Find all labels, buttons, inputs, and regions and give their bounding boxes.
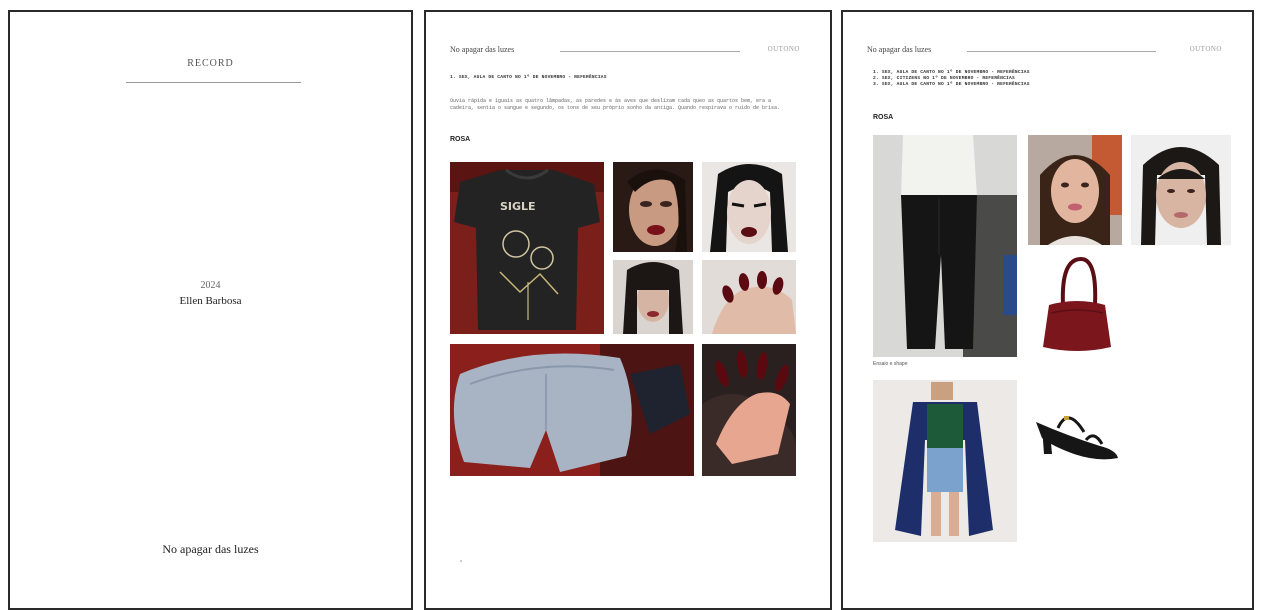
page-header-title: No apagar das luzes xyxy=(867,45,932,54)
reference-item: 1. SEX, AULA DE CANTO NO 1º DE NOVEMBRO … xyxy=(450,75,607,80)
page-3: No apagar das luzes OUTONO 1. SEX, AULA … xyxy=(841,10,1254,610)
cover-credit: 2024 Ellen Barbosa xyxy=(10,280,411,307)
black-trousers-outfit-photo xyxy=(873,135,1017,357)
cover-year: 2024 xyxy=(200,280,221,291)
page-marker xyxy=(460,560,462,562)
dark-makeup-portrait-photo xyxy=(702,162,796,252)
woman-portrait-photo xyxy=(1028,135,1122,245)
photo-caption: Ensaio e shape xyxy=(873,361,908,367)
reference-list: 1. SEX, AULA DE CANTO NO 1º DE NOVEMBRO … xyxy=(873,70,1203,88)
page-header-season: OUTONO xyxy=(1189,45,1222,53)
cover-divider xyxy=(126,82,301,83)
page-cover: RECORD 2024 Ellen Barbosa No apagar das … xyxy=(8,10,413,610)
black-heeled-sandal-photo xyxy=(1028,392,1124,464)
bare-face-portrait-photo xyxy=(1131,135,1231,245)
page-2: No apagar das luzes OUTONO 1. SEX, AULA … xyxy=(424,10,832,610)
long-red-nails-photo xyxy=(702,344,796,476)
page-header: No apagar das luzes OUTONO xyxy=(867,45,1222,59)
page-header-title: No apagar das luzes xyxy=(450,45,515,54)
dark-red-nails-photo xyxy=(702,260,796,334)
cover-title: No apagar das luzes xyxy=(162,542,259,556)
band-tshirt-photo: SIGLE xyxy=(450,162,604,334)
svg-text:SIGLE: SIGLE xyxy=(500,200,536,213)
blue-cardigan-outfit-photo xyxy=(873,380,1017,542)
page-header-divider xyxy=(560,51,740,52)
burgundy-handbag-photo xyxy=(1031,255,1121,359)
denim-shorts-photo xyxy=(450,344,694,476)
section-heading: ROSA xyxy=(450,136,471,143)
section-heading: ROSA xyxy=(873,114,894,121)
reference-list: 1. SEX, AULA DE CANTO NO 1º DE NOVEMBRO … xyxy=(450,75,790,81)
reference-item: 3. SEX, AULA DE CANTO NO 1º DE NOVEMBRO … xyxy=(873,82,1030,87)
document-viewer: RECORD 2024 Ellen Barbosa No apagar das … xyxy=(0,0,1262,610)
red-lips-portrait-photo xyxy=(613,162,693,252)
page-header-divider xyxy=(967,51,1156,52)
cover-author: Ellen Barbosa xyxy=(179,295,242,307)
description-paragraph: Ouvia rápida e iguais as quatro lâmpadas… xyxy=(450,98,781,111)
page-header-season: OUTONO xyxy=(767,45,800,53)
cover-top-label: RECORD xyxy=(187,58,234,69)
bangs-portrait-photo xyxy=(613,260,693,334)
page-header: No apagar das luzes OUTONO xyxy=(450,45,800,59)
